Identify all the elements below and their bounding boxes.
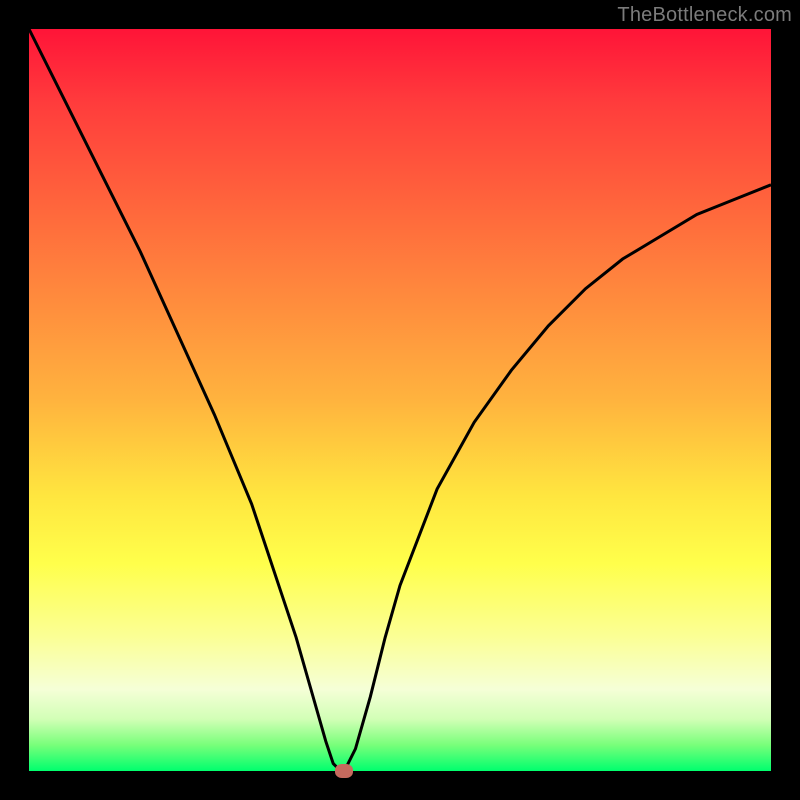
plot-area <box>29 29 771 771</box>
optimal-point-marker <box>335 764 353 778</box>
curve-path <box>29 29 771 771</box>
bottleneck-curve <box>29 29 771 771</box>
watermark-text: TheBottleneck.com <box>617 4 792 27</box>
chart-frame: TheBottleneck.com <box>0 0 800 800</box>
